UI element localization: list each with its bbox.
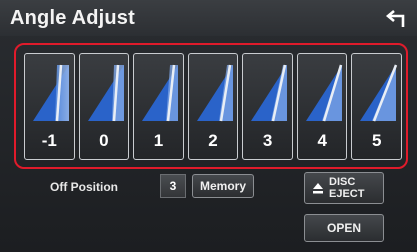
page-title: Angle Adjust (10, 7, 135, 29)
angle-label: -1 (41, 131, 57, 150)
title-bar: Angle Adjust (0, 0, 417, 36)
off-position-value: 3 (160, 174, 186, 198)
angle-adjust-screen: Angle Adjust -1 0 1 2 3 4 5 Off Position… (0, 0, 417, 252)
panel-angle-icon (360, 64, 398, 122)
disc-eject-label: DISC EJECT (329, 176, 364, 200)
eject-icon (313, 183, 323, 194)
panel-angle-icon (305, 64, 343, 122)
memory-button[interactable]: Memory (192, 174, 254, 198)
disc-eject-line1: DISC (329, 176, 356, 188)
angle-label: 0 (99, 131, 109, 150)
angle-button[interactable]: 3 (242, 53, 293, 160)
open-button[interactable]: OPEN (304, 214, 384, 242)
back-arrow-icon (385, 10, 405, 27)
angle-label: 5 (372, 131, 382, 150)
disc-eject-button[interactable]: DISC EJECT (304, 172, 384, 204)
angle-buttons: -1 0 1 2 3 4 5 (24, 53, 403, 160)
disc-eject-line2: EJECT (329, 188, 365, 200)
panel-angle-icon (196, 64, 233, 122)
angle-label: 3 (262, 131, 273, 150)
angle-button[interactable]: 5 (351, 53, 403, 160)
angle-button[interactable]: 0 (78, 53, 130, 160)
off-position-label: Off Position (50, 180, 118, 194)
angle-button[interactable]: -1 (24, 53, 75, 160)
angle-label: 4 (317, 131, 327, 150)
panel-angle-icon (87, 64, 124, 122)
angle-button[interactable]: 2 (187, 53, 239, 160)
panel-angle-icon (142, 64, 179, 122)
panel-angle-icon (33, 64, 69, 122)
angle-button[interactable]: 1 (133, 53, 184, 160)
angle-button[interactable]: 4 (296, 53, 348, 160)
angle-label: 2 (208, 131, 218, 150)
angle-label: 1 (153, 131, 164, 150)
panel-angle-icon (251, 64, 288, 122)
back-button[interactable] (383, 8, 409, 30)
